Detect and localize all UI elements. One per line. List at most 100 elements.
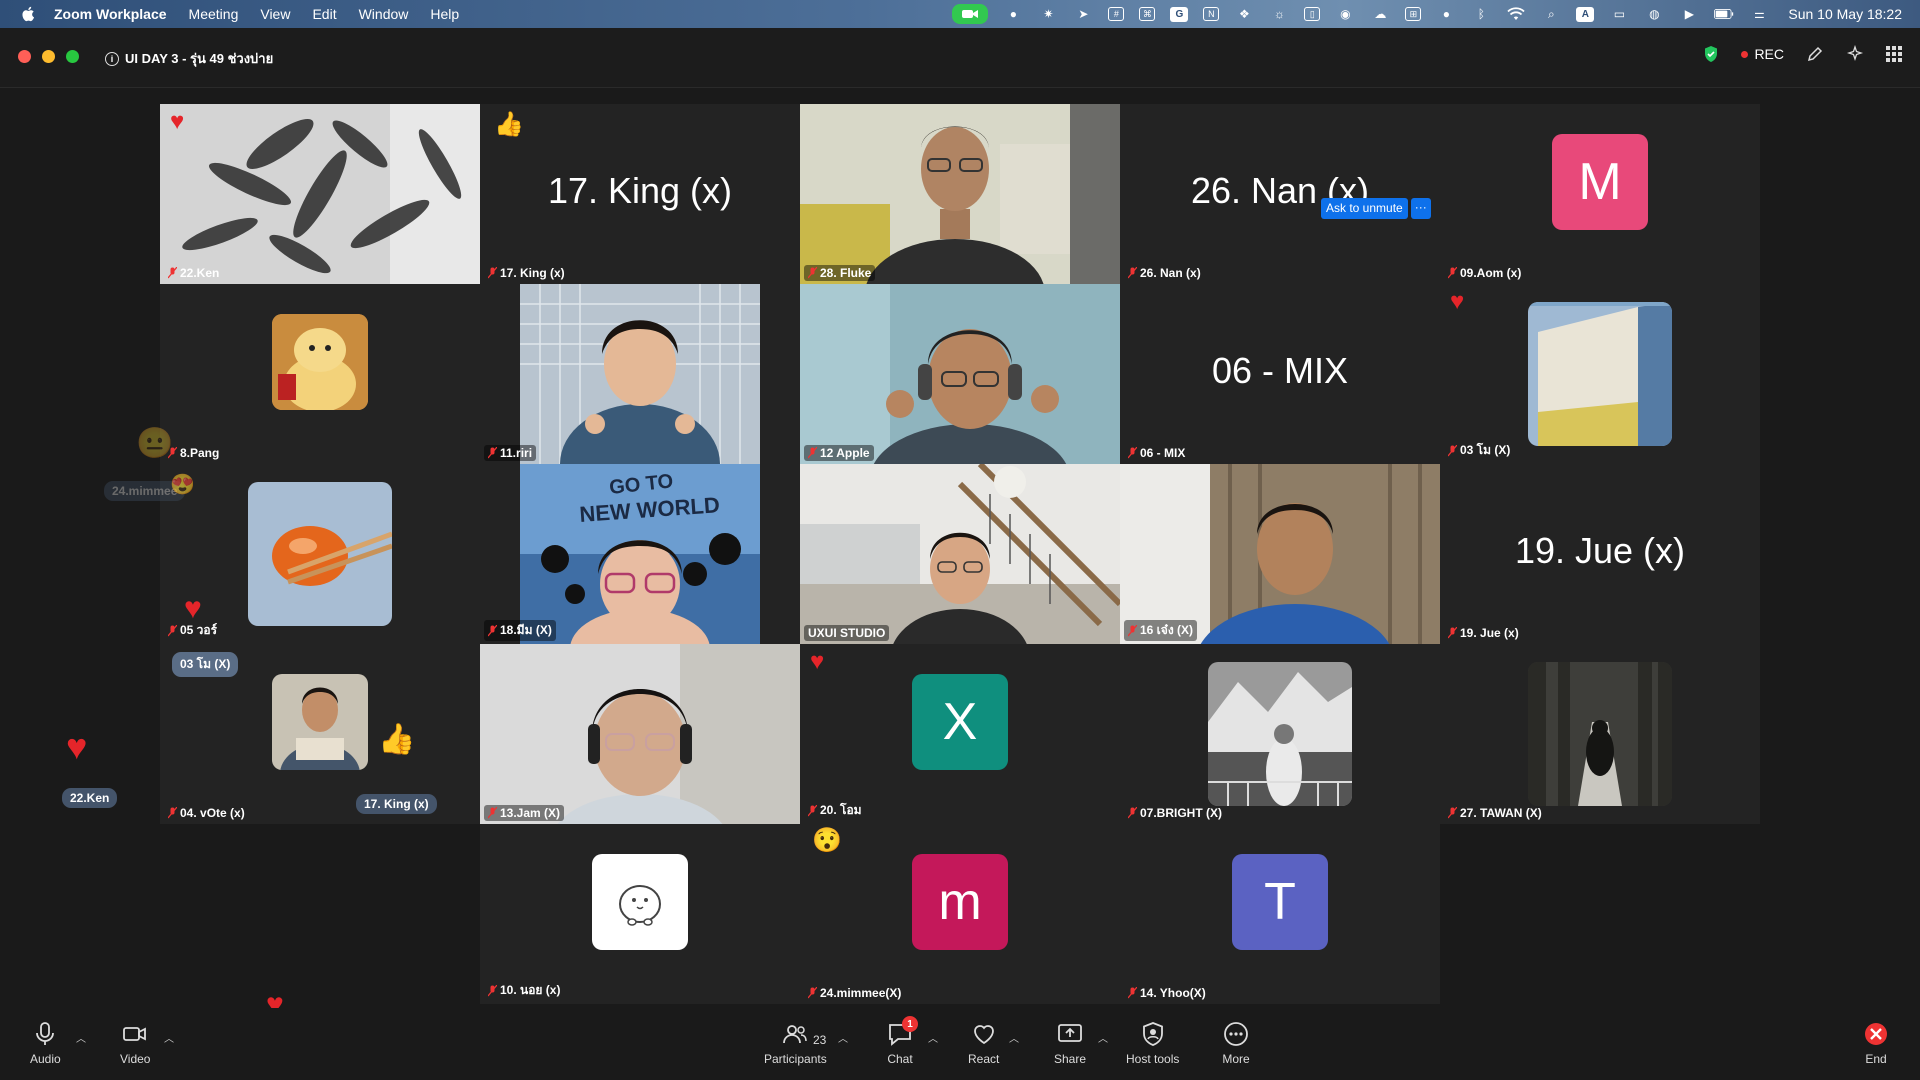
- title-bar-controls: REC: [1703, 45, 1902, 63]
- share-options-chevron-icon[interactable]: ︿: [1098, 1030, 1108, 1045]
- heart-eyes-reaction-icon: 😍: [170, 474, 195, 496]
- menu-window[interactable]: Window: [359, 6, 409, 22]
- ask-to-unmute-button[interactable]: Ask to unmute: [1321, 198, 1408, 219]
- muted-mic-icon: [1128, 624, 1137, 636]
- brightness-icon[interactable]: ✷: [1038, 6, 1058, 22]
- chat-button[interactable]: 1 Chat: [886, 1016, 918, 1066]
- menu-edit[interactable]: Edit: [312, 6, 336, 22]
- participant-tile-jue[interactable]: 19. Jue (x) 19. Jue (x): [1440, 464, 1760, 644]
- participant-tile-king[interactable]: 👍 17. King (x) 17. King (x): [480, 104, 800, 284]
- microphone-icon: [36, 1022, 55, 1045]
- participant-tile-tawan[interactable]: 27. TAWAN (X): [1440, 644, 1760, 824]
- recording-indicator[interactable]: REC: [1741, 46, 1784, 62]
- window-title-bar: i UI DAY 3 - รุ่น 49 ช่วงบ่าย REC: [0, 28, 1920, 88]
- muted-mic-icon: [808, 267, 817, 279]
- share-button[interactable]: Share: [1054, 1020, 1086, 1066]
- gallery-view-grid-icon[interactable]: [1886, 46, 1902, 62]
- audio-options-chevron-icon[interactable]: ︿: [76, 1030, 86, 1045]
- floating-reaction-name-tag: 03 โม (X): [172, 652, 239, 677]
- apple-logo-icon[interactable]: [20, 5, 38, 23]
- wifi-icon[interactable]: [1506, 6, 1526, 22]
- video-button[interactable]: Video: [120, 1020, 150, 1066]
- participant-name-tag: 12 Apple: [804, 445, 874, 461]
- menu-meeting[interactable]: Meeting: [189, 6, 239, 22]
- participants-options-chevron-icon[interactable]: ︿: [838, 1030, 848, 1045]
- close-window-button[interactable]: [18, 50, 31, 63]
- play-icon[interactable]: ▶: [1679, 6, 1699, 22]
- participants-icon: [783, 1025, 808, 1044]
- screen-mirror-icon[interactable]: ▭: [1609, 6, 1629, 22]
- video-options-chevron-icon[interactable]: ︿: [164, 1030, 174, 1045]
- participant-tile-yhoo[interactable]: T 14. Yhoo(X): [1120, 824, 1440, 1004]
- participant-tile-jeng[interactable]: 16 เจ๋ง (X): [1120, 464, 1440, 644]
- cloud-icon[interactable]: ☁: [1370, 6, 1390, 22]
- zoom-camera-status-icon[interactable]: [952, 4, 989, 24]
- react-button[interactable]: React: [968, 1020, 999, 1066]
- participant-avatar: X: [912, 674, 1008, 770]
- encryption-shield-icon[interactable]: [1703, 45, 1719, 63]
- heart-reaction-icon: ♥: [810, 648, 825, 675]
- cursor-icon[interactable]: ➤: [1073, 6, 1093, 22]
- audio-waveform-icon[interactable]: ◉: [1335, 6, 1355, 22]
- end-meeting-button[interactable]: End: [1862, 1020, 1890, 1066]
- participant-tile-mimmee[interactable]: 😯 m 24.mimmee(X): [800, 824, 1120, 1004]
- minimize-window-button[interactable]: [42, 50, 55, 63]
- maximize-window-button[interactable]: [66, 50, 79, 63]
- sidebar-icon[interactable]: ▯: [1304, 7, 1321, 21]
- muted-mic-icon: [168, 624, 177, 636]
- participant-tile-apple[interactable]: 12 Apple: [800, 284, 1120, 464]
- meeting-info-icon[interactable]: i: [105, 51, 119, 66]
- react-options-chevron-icon[interactable]: ︿: [1009, 1030, 1019, 1045]
- participant-tile-aom[interactable]: M 09.Aom (x): [1440, 104, 1760, 284]
- g-app-icon[interactable]: G: [1170, 6, 1189, 22]
- menu-view[interactable]: View: [260, 6, 290, 22]
- tile-more-options-button[interactable]: ···: [1410, 198, 1431, 219]
- participant-name: 09.Aom (x): [1460, 266, 1522, 280]
- spotlight-search-icon[interactable]: ⌕: [1541, 6, 1561, 22]
- siri-icon[interactable]: ◍: [1644, 6, 1664, 22]
- chat-options-chevron-icon[interactable]: ︿: [928, 1030, 938, 1045]
- participant-name: 05 วอร์: [180, 623, 218, 637]
- command-icon[interactable]: ⌘: [1139, 7, 1156, 21]
- more-button[interactable]: More: [1222, 1020, 1250, 1066]
- participant-tile-fluke[interactable]: 28. Fluke: [800, 104, 1120, 284]
- participant-avatar: M: [1552, 134, 1648, 230]
- notion-icon[interactable]: N: [1203, 7, 1220, 21]
- muted-mic-icon: [1448, 267, 1457, 279]
- grid-app-icon[interactable]: ⊞: [1405, 7, 1422, 21]
- sun-icon[interactable]: ☼: [1269, 6, 1289, 22]
- participant-tile-noi[interactable]: 10. นอย (x): [480, 824, 800, 1004]
- bluetooth-icon[interactable]: ᛒ: [1471, 6, 1491, 22]
- ai-companion-sparkle-icon[interactable]: [1846, 45, 1864, 63]
- audio-button[interactable]: Audio: [30, 1020, 61, 1066]
- control-center-icon[interactable]: ⚌: [1749, 6, 1769, 22]
- participant-tile-pang[interactable]: 8.Pang: [160, 284, 480, 464]
- participant-tile-bright[interactable]: 07.BRIGHT (X): [1120, 644, 1440, 824]
- menubar-clock[interactable]: Sun 10 May 18:22: [1788, 6, 1902, 22]
- menu-app-name[interactable]: Zoom Workplace: [54, 6, 167, 22]
- participant-tile-mo[interactable]: ♥ 03 โม (X): [1440, 284, 1760, 464]
- participant-tile-riri[interactable]: 11.riri: [480, 284, 800, 464]
- participant-tile-ohm[interactable]: ♥ X 20. โอม: [800, 644, 1120, 824]
- host-tools-button[interactable]: Host tools: [1126, 1020, 1179, 1066]
- dropbox-icon[interactable]: ❖: [1234, 6, 1254, 22]
- hashtag-icon[interactable]: #: [1108, 7, 1125, 21]
- participant-tile-ken[interactable]: ♥ 22.Ken: [160, 104, 480, 284]
- participant-name-tag: 03 โม (X): [1444, 440, 1514, 461]
- participant-profile-photo: [272, 314, 368, 410]
- participant-tile-mix[interactable]: 06 - MIX 06 - MIX: [1120, 284, 1440, 464]
- grammarly-icon[interactable]: ●: [1003, 6, 1023, 22]
- line-app-icon[interactable]: ●: [1436, 6, 1456, 22]
- participant-name-tag: 17. King (x): [484, 265, 569, 281]
- meeting-controls-toolbar: Audio ︿ Video ︿ Participants 23 ︿ 1 Chat…: [0, 1008, 1920, 1080]
- participant-tile-uxui-studio[interactable]: UXUI STUDIO: [800, 464, 1120, 644]
- input-source-icon[interactable]: A: [1576, 6, 1595, 22]
- participant-tile-jam[interactable]: 13.Jam (X): [480, 644, 800, 824]
- meeting-title[interactable]: i UI DAY 3 - รุ่น 49 ช่วงบ่าย: [105, 48, 273, 69]
- annotate-pencil-icon[interactable]: [1806, 45, 1824, 63]
- participant-tile-nan[interactable]: 26. Nan (x) 26. Nan (x): [1120, 104, 1440, 284]
- participant-tile-meem[interactable]: GO TO NEW WORLD 18.มีม (X): [480, 464, 800, 644]
- participant-tile-war[interactable]: ♥ 05 วอร์: [160, 464, 480, 644]
- battery-icon[interactable]: [1714, 6, 1734, 22]
- menu-help[interactable]: Help: [430, 6, 459, 22]
